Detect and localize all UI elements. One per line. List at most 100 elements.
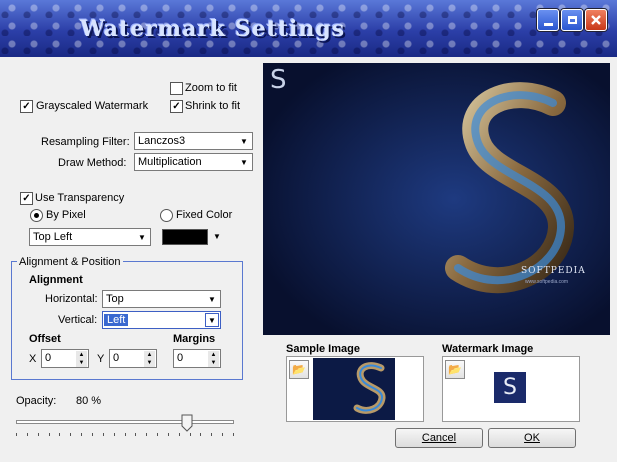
folder-open-icon: 📂 (448, 364, 462, 376)
slider-tick (157, 433, 158, 436)
grayscaled-watermark-checkbox[interactable]: ✓ (20, 100, 33, 113)
by-pixel-radio[interactable] (30, 209, 43, 222)
zoom-to-fit-checkbox[interactable] (170, 82, 183, 95)
vertical-label: Vertical: (58, 314, 98, 326)
color-swatch (162, 229, 208, 245)
spin-up-icon[interactable]: ▲ (144, 351, 155, 359)
vertical-align-select[interactable]: Left ▼ (102, 311, 221, 329)
open-watermark-button[interactable]: 📂 (445, 360, 465, 379)
offset-y-input[interactable]: 0 ▲ ▼ (109, 349, 157, 368)
sample-image-box: 📂 (286, 356, 424, 422)
slider-tick (233, 433, 234, 436)
slider-tick (168, 433, 169, 436)
ok-button-label: OK (524, 432, 540, 444)
resampling-filter-select[interactable]: Lanczos3 ▼ (134, 132, 253, 150)
draw-method-select[interactable]: Multiplication ▼ (134, 153, 253, 171)
by-pixel-label: By Pixel (46, 209, 86, 221)
slider-tick (103, 433, 104, 436)
vertical-align-value: Left (104, 314, 129, 326)
minimize-button[interactable] (537, 9, 559, 31)
folder-open-icon: 📂 (292, 364, 306, 376)
open-sample-button[interactable]: 📂 (289, 360, 309, 379)
chevron-down-icon: ▼ (213, 231, 221, 241)
draw-method-label: Draw Method: (58, 157, 127, 169)
opacity-label: Opacity: (16, 395, 57, 407)
watermark-image-label: Watermark Image (442, 343, 534, 355)
spin-down-icon[interactable]: ▼ (208, 359, 219, 367)
resampling-filter-value: Lanczos3 (138, 135, 186, 147)
margins-heading: Margins (173, 333, 216, 345)
preview-url-text: www.softpedia.com (525, 279, 569, 285)
shrink-to-fit-checkbox[interactable]: ✓ (170, 100, 183, 113)
spin-down-icon[interactable]: ▼ (76, 359, 87, 367)
offset-x-label: X (29, 353, 37, 365)
chevron-down-icon: ▼ (240, 136, 248, 146)
maximize-icon (567, 16, 577, 24)
use-transparency-label: Use Transparency (35, 192, 125, 204)
fixed-color-radio[interactable] (160, 209, 173, 222)
slider-tick (38, 433, 39, 436)
ok-button[interactable]: OK (488, 428, 576, 448)
pixel-position-value: Top Left (33, 231, 73, 243)
sample-image-label: Sample Image (286, 343, 360, 355)
slider-tick (92, 433, 93, 436)
offset-x-value: 0 (45, 352, 52, 364)
slider-track (16, 420, 234, 424)
grayscaled-watermark-label: Grayscaled Watermark (36, 100, 149, 112)
window-title: Watermark Settings (80, 16, 346, 42)
slider-tick (222, 433, 223, 436)
watermark-thumbnail: S (494, 372, 526, 403)
preview-image: S SOFTPEDIA www.softpedia.com (263, 63, 610, 335)
spin-up-icon[interactable]: ▲ (76, 351, 87, 359)
offset-heading: Offset (29, 333, 61, 345)
slider-thumb[interactable] (181, 414, 193, 432)
chevron-down-icon: ▼ (208, 294, 216, 304)
use-transparency-checkbox[interactable]: ✓ (20, 192, 33, 205)
offset-y-value: 0 (113, 352, 120, 364)
horizontal-align-value: Top (106, 293, 124, 305)
zoom-to-fit-label: Zoom to fit (185, 82, 237, 94)
minimize-icon (543, 22, 553, 26)
slider-tick (179, 433, 180, 436)
chevron-down-icon: ▼ (240, 157, 248, 167)
shrink-to-fit-label: Shrink to fit (185, 100, 241, 112)
resampling-filter-label: Resampling Filter: (41, 136, 130, 148)
alignment-position-legend: Alignment & Position (17, 256, 123, 268)
pixel-position-select[interactable]: Top Left ▼ (29, 228, 151, 246)
opacity-slider[interactable] (16, 414, 234, 437)
slider-tick (27, 433, 28, 436)
horizontal-label: Horizontal: (45, 293, 98, 305)
slider-tick (49, 433, 50, 436)
sample-thumbnail (313, 358, 395, 420)
chevron-down-icon: ▼ (205, 313, 219, 327)
close-icon (591, 15, 601, 25)
slider-tick (16, 433, 17, 436)
offset-x-input[interactable]: 0 ▲ ▼ (41, 349, 89, 368)
cancel-button-label: Cancel (421, 432, 457, 444)
margins-input[interactable]: 0 ▲ ▼ (173, 349, 221, 368)
margins-value: 0 (177, 352, 184, 364)
offset-y-label: Y (97, 353, 105, 365)
horizontal-align-select[interactable]: Top ▼ (102, 290, 221, 308)
watermark-overlay-letter: S (270, 65, 287, 95)
slider-tick (211, 433, 212, 436)
slider-tick (146, 433, 147, 436)
preview-artwork (263, 63, 610, 335)
cancel-button[interactable]: Cancel (395, 428, 483, 448)
slider-ticks (16, 433, 234, 437)
slider-tick (114, 433, 115, 436)
draw-method-value: Multiplication (138, 156, 202, 168)
spin-up-icon[interactable]: ▲ (208, 351, 219, 359)
slider-tick (59, 433, 60, 436)
slider-tick (135, 433, 136, 436)
slider-tick (200, 433, 201, 436)
close-button[interactable] (585, 9, 607, 31)
slider-tick (190, 433, 191, 436)
slider-tick (70, 433, 71, 436)
spin-down-icon[interactable]: ▼ (144, 359, 155, 367)
chevron-down-icon: ▼ (138, 232, 146, 242)
preview-brand-text: SOFTPEDIA (521, 266, 586, 276)
color-picker[interactable]: ▼ (160, 228, 224, 246)
sample-thumbnail-art (353, 362, 386, 414)
maximize-button[interactable] (561, 9, 583, 31)
